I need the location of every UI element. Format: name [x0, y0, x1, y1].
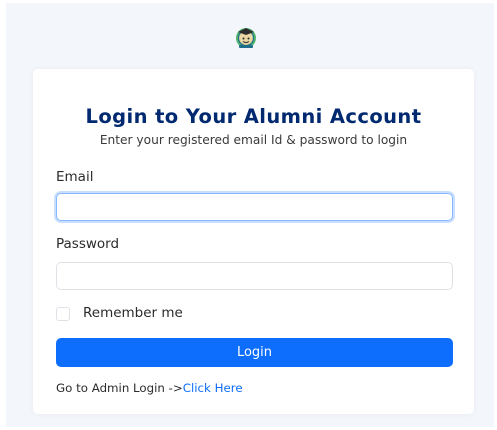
remember-me-row: Remember me: [56, 303, 256, 323]
graduate-logo-icon: [233, 24, 259, 50]
page-title: Login to Your Alumni Account: [85, 105, 422, 128]
admin-login-prompt: Go to Admin Login ->: [56, 381, 183, 395]
email-label: Email: [56, 169, 94, 185]
email-field[interactable]: [56, 193, 453, 221]
login-card: Login to Your Alumni Account Enter your …: [33, 69, 474, 414]
password-field[interactable]: [56, 262, 453, 290]
admin-login-row: Go to Admin Login ->Click Here: [56, 381, 243, 395]
remember-me-label[interactable]: Remember me: [83, 305, 183, 321]
login-button[interactable]: Login: [56, 338, 453, 367]
password-label: Password: [56, 236, 120, 252]
admin-login-link[interactable]: Click Here: [183, 381, 243, 395]
remember-me-checkbox[interactable]: [56, 307, 70, 321]
page-subtitle: Enter your registered email Id & passwor…: [99, 133, 408, 147]
